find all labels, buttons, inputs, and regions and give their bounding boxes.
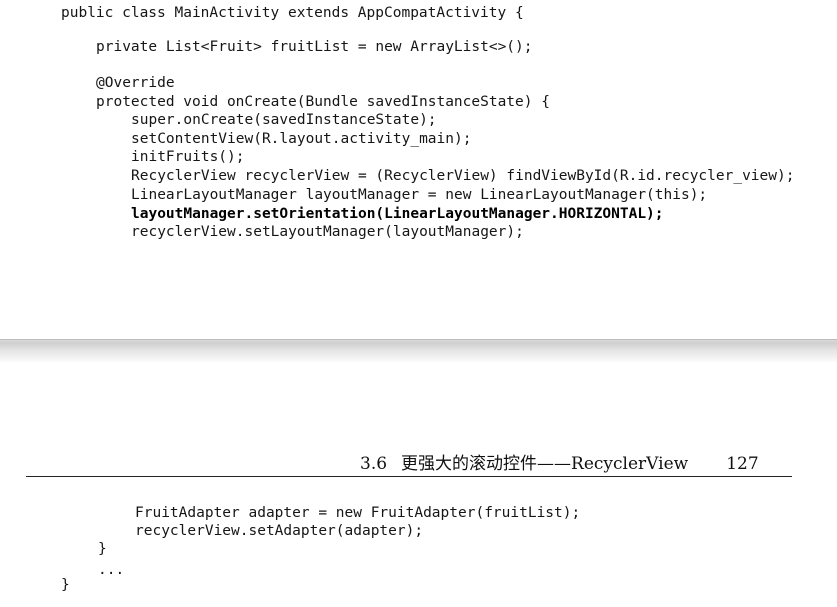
code-line: FruitAdapter adapter = new FruitAdapter(… xyxy=(135,505,581,521)
code-line: ... xyxy=(98,562,125,578)
code-line: protected void onCreate(Bundle savedInst… xyxy=(96,94,550,110)
code-line: super.onCreate(savedInstanceState); xyxy=(131,112,437,128)
section-title: 更强大的滚动控件——RecyclerView xyxy=(401,454,689,474)
page-number: 127 xyxy=(726,454,759,474)
section-number: 3.6 xyxy=(360,454,388,474)
code-line: recyclerView.setAdapter(adapter); xyxy=(135,523,424,539)
code-line: RecyclerView recyclerView = (RecyclerVie… xyxy=(131,168,795,184)
page-separator xyxy=(0,340,837,362)
running-header: 3.6 更强大的滚动控件——RecyclerView 127 xyxy=(360,453,759,475)
code-line: initFruits(); xyxy=(131,149,245,165)
code-line: public class MainActivity extends AppCom… xyxy=(61,5,524,21)
code-line: } xyxy=(98,541,107,557)
code-line: } xyxy=(61,577,70,593)
code-line: setContentView(R.layout.activity_main); xyxy=(131,131,472,147)
code-line-highlighted: layoutManager.setOrientation(LinearLayou… xyxy=(131,206,664,222)
code-line: LinearLayoutManager layoutManager = new … xyxy=(131,187,708,203)
code-line: private List<Fruit> fruitList = new Arra… xyxy=(96,39,533,55)
code-line: recyclerView.setLayoutManager(layoutMana… xyxy=(131,224,524,240)
header-rule xyxy=(26,476,792,477)
code-line: @Override xyxy=(96,75,175,91)
